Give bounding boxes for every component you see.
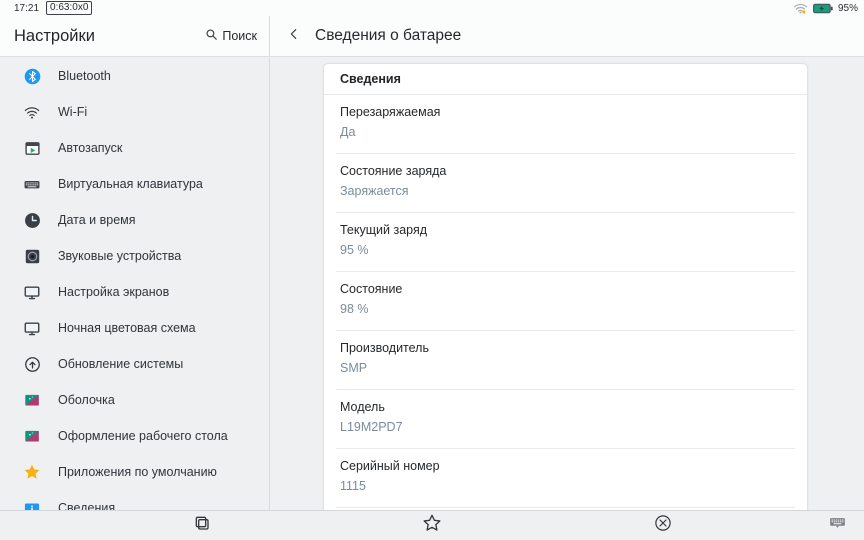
- search-icon: [205, 28, 218, 44]
- row-value: Да: [340, 125, 791, 139]
- sidebar-item-wifi[interactable]: Wi-Fi: [0, 94, 269, 130]
- monitor-icon: [23, 319, 41, 337]
- sidebar-item-bluetooth[interactable]: Bluetooth: [0, 58, 269, 94]
- bluetooth-icon: [23, 67, 41, 85]
- battery-charging-icon: [813, 3, 833, 14]
- favorite-star-icon: [422, 513, 442, 538]
- sidebar-item-night-color[interactable]: Ночная цветовая схема: [0, 310, 269, 346]
- info-row-health: Состояние 98 %: [324, 272, 807, 331]
- task-switcher-button[interactable]: [189, 513, 215, 539]
- sidebar-item-display-settings[interactable]: Настройка экранов: [0, 274, 269, 310]
- sidebar-item-label: Виртуальная клавиатура: [58, 177, 203, 191]
- row-label: Серийный номер: [340, 459, 791, 473]
- sidebar-item-audio-devices[interactable]: Звуковые устройства: [0, 238, 269, 274]
- info-row-current-charge: Текущий заряд 95 %: [324, 213, 807, 272]
- main-header: Сведения о батарее: [270, 16, 864, 56]
- header-row: Настройки Поиск Сведения о батарее: [0, 16, 864, 57]
- clock-icon: [23, 211, 41, 229]
- battery-info-card: Сведения Перезаряжаемая Да Состояние зар…: [324, 64, 807, 510]
- sidebar-item-desktop-appearance[interactable]: Оформление рабочего стола: [0, 418, 269, 454]
- info-row-rechargeable: Перезаряжаемая Да: [324, 95, 807, 154]
- taskbar: [0, 510, 864, 540]
- row-label: Состояние заряда: [340, 164, 791, 178]
- plasma-desktop-icon: [23, 427, 41, 445]
- autostart-icon: [23, 139, 41, 157]
- star-icon: [23, 463, 41, 481]
- search-label: Поиск: [222, 29, 257, 43]
- page-title: Сведения о батарее: [315, 27, 461, 45]
- close-app-icon: [654, 514, 672, 537]
- row-value: 95 %: [340, 243, 791, 257]
- row-label: Перезаряжаемая: [340, 105, 791, 119]
- status-right: 95%: [793, 2, 858, 14]
- favorites-button[interactable]: [419, 513, 445, 539]
- close-app-button[interactable]: [650, 513, 676, 539]
- keyboard-icon: [23, 175, 41, 193]
- card-header-label: Сведения: [340, 72, 401, 86]
- window-debug-badge: 0:63:0x0: [46, 1, 92, 15]
- wifi-limited-icon: [793, 2, 808, 14]
- sidebar-item-label: Сведения: [58, 501, 115, 510]
- sidebar-item-label: Автозапуск: [58, 141, 122, 155]
- info-row-model: Модель L19M2PD7: [324, 390, 807, 449]
- info-row-charge-state: Состояние заряда Заряжается: [324, 154, 807, 213]
- sidebar-header: Настройки Поиск: [0, 16, 270, 56]
- sidebar-item-system-update[interactable]: Обновление системы: [0, 346, 269, 382]
- sidebar-item-date-time[interactable]: Дата и время: [0, 202, 269, 238]
- speaker-icon: [23, 247, 41, 265]
- sidebar-item-virtual-keyboard[interactable]: Виртуальная клавиатура: [0, 166, 269, 202]
- back-button[interactable]: [283, 25, 305, 47]
- info-row-serial-number: Серийный номер 1115: [324, 449, 807, 508]
- sidebar-item-label: Ночная цветовая схема: [58, 321, 196, 335]
- sidebar-item-label: Оболочка: [58, 393, 115, 407]
- chevron-left-icon: [286, 26, 302, 47]
- sidebar-item-label: Обновление системы: [58, 357, 183, 371]
- row-label: Производитель: [340, 341, 791, 355]
- battery-info-panel: Сведения Перезаряжаемая Да Состояние зар…: [270, 58, 864, 510]
- row-value: Заряжается: [340, 184, 791, 198]
- card-header: Сведения: [324, 64, 807, 95]
- monitor-icon: [23, 283, 41, 301]
- row-label: Состояние: [340, 282, 791, 296]
- row-value: L19M2PD7: [340, 420, 791, 434]
- info-row-vendor: Производитель SMP: [324, 331, 807, 390]
- sidebar: Bluetooth Wi-Fi: [0, 58, 270, 510]
- row-value: 1115: [340, 479, 791, 493]
- row-label: Модель: [340, 400, 791, 414]
- sidebar-item-label: Звуковые устройства: [58, 249, 181, 263]
- battery-percent-text: 95%: [838, 3, 858, 14]
- sidebar-item-label: Bluetooth: [58, 69, 111, 83]
- body: Bluetooth Wi-Fi: [0, 58, 864, 510]
- update-arrow-icon: [23, 355, 41, 373]
- sidebar-item-about[interactable]: Сведения: [0, 490, 269, 510]
- sidebar-item-default-apps[interactable]: Приложения по умолчанию: [0, 454, 269, 490]
- sidebar-item-label: Дата и время: [58, 213, 136, 227]
- clock-text: 17:21: [14, 3, 39, 14]
- row-value: SMP: [340, 361, 791, 375]
- status-left: 17:21 0:63:0x0: [14, 1, 92, 15]
- sidebar-item-shell[interactable]: Оболочка: [0, 382, 269, 418]
- app-title: Настройки: [14, 27, 95, 46]
- sidebar-item-label: Настройка экранов: [58, 285, 169, 299]
- sidebar-item-label: Wi-Fi: [58, 105, 87, 119]
- row-label: Текущий заряд: [340, 223, 791, 237]
- plasma-desktop-icon: [23, 391, 41, 409]
- virtual-keyboard-toggle-button[interactable]: [824, 513, 850, 539]
- task-switcher-icon: [194, 515, 210, 536]
- row-value: 98 %: [340, 302, 791, 316]
- screen: 17:21 0:63:0x0 95%: [0, 0, 864, 540]
- info-icon: [23, 499, 41, 510]
- search-button[interactable]: Поиск: [205, 28, 257, 44]
- sidebar-item-label: Оформление рабочего стола: [58, 429, 228, 443]
- status-bar: 17:21 0:63:0x0 95%: [0, 0, 864, 16]
- sidebar-item-label: Приложения по умолчанию: [58, 465, 217, 479]
- virtual-keyboard-icon: [829, 516, 846, 535]
- sidebar-item-autostart[interactable]: Автозапуск: [0, 130, 269, 166]
- wifi-icon: [23, 103, 41, 121]
